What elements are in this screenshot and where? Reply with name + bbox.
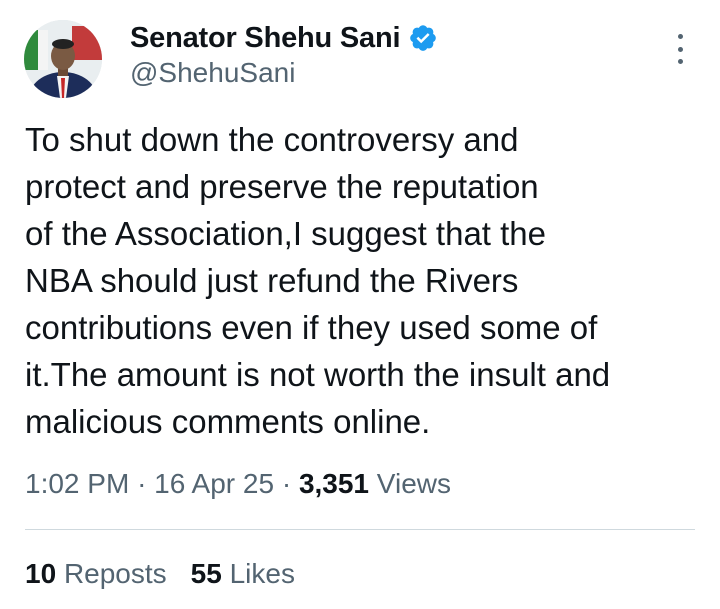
likes-stat[interactable]: 55 Likes <box>191 558 295 590</box>
reposts-stat[interactable]: 10 Reposts <box>25 558 167 590</box>
meta-separator: · <box>137 468 147 499</box>
more-vertical-icon[interactable] <box>668 34 692 64</box>
divider <box>25 529 695 530</box>
engagement-stats: 10 Reposts 55 Likes <box>25 558 319 590</box>
author-name-row: Senator Shehu Sani <box>130 20 438 56</box>
likes-label: Likes <box>229 558 295 589</box>
verified-badge-icon <box>408 23 438 53</box>
author-avatar[interactable] <box>24 20 102 98</box>
tweet-date[interactable]: 16 Apr 25 <box>154 468 274 499</box>
views-count: 3,351 <box>298 468 370 499</box>
views-label: Views <box>376 468 451 499</box>
likes-count: 55 <box>190 558 222 589</box>
author-handle[interactable]: @ShehuSani <box>130 57 295 89</box>
author-display-name[interactable]: Senator Shehu Sani <box>130 22 401 55</box>
tweet-text: To shut down the controversy and protect… <box>25 121 611 440</box>
reposts-count: 10 <box>25 558 57 589</box>
reposts-label: Reposts <box>63 558 167 589</box>
tweet-time[interactable]: 1:02 PM <box>25 468 129 499</box>
meta-separator: · <box>281 468 292 499</box>
tweet-meta: 1:02 PM · 16 Apr 25 · 3,351 Views <box>25 468 451 500</box>
